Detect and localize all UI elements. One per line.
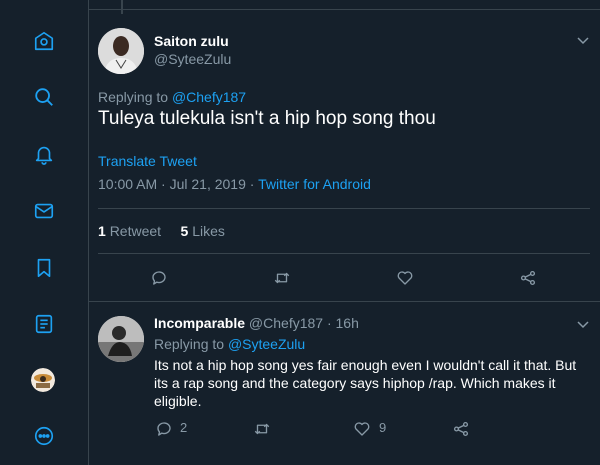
reply-icon[interactable] bbox=[154, 419, 174, 439]
lists-icon[interactable] bbox=[29, 309, 59, 339]
tweet-text: Its not a hip hop song yes fair enough e… bbox=[154, 357, 577, 409]
retweet-icon[interactable] bbox=[272, 268, 292, 288]
retweet-label: Retweet bbox=[109, 223, 162, 239]
author-handle[interactable]: @SyteeZulu bbox=[154, 51, 231, 67]
reply-header: Incomparable @Chefy187 · 16h bbox=[154, 315, 359, 331]
author-name[interactable]: Incomparable bbox=[154, 315, 245, 331]
translate-tweet-link[interactable]: Translate Tweet bbox=[98, 153, 197, 169]
notifications-icon[interactable] bbox=[29, 139, 59, 169]
chevron-down-icon[interactable] bbox=[576, 317, 590, 331]
likes-count: 5 bbox=[180, 223, 189, 239]
retweet-count: 1 bbox=[98, 223, 106, 239]
avatar[interactable] bbox=[98, 316, 144, 362]
more-icon[interactable] bbox=[29, 421, 59, 451]
tweet-thread: Saiton zulu @SyteeZulu Replying to @Chef… bbox=[89, 0, 600, 465]
tweet-text: Tuleya tulekula isn't a hip hop song tho… bbox=[98, 108, 436, 129]
reply-icon[interactable] bbox=[149, 268, 169, 288]
source-link[interactable]: Twitter for Android bbox=[258, 176, 371, 192]
search-icon[interactable] bbox=[29, 82, 59, 112]
replying-to-link[interactable]: @Chefy187 bbox=[172, 89, 246, 105]
replying-to: Replying to @Chefy187 bbox=[98, 89, 246, 105]
share-icon[interactable] bbox=[518, 268, 538, 288]
profile-avatar[interactable] bbox=[31, 368, 55, 392]
divider bbox=[98, 208, 590, 209]
author-name[interactable]: Saiton zulu bbox=[154, 33, 229, 49]
sidebar-nav bbox=[0, 0, 89, 465]
like-count: 9 bbox=[379, 420, 387, 435]
replying-to-label: Replying to bbox=[154, 336, 225, 352]
timestamp[interactable]: 10:00 AM · Jul 21, 2019 · bbox=[98, 176, 258, 192]
tweet-meta: 10:00 AM · Jul 21, 2019 · Twitter for An… bbox=[98, 176, 371, 192]
home-icon[interactable] bbox=[29, 26, 59, 56]
replying-to-label: Replying to bbox=[98, 89, 169, 105]
likes-label: Likes bbox=[192, 223, 225, 239]
like-icon[interactable] bbox=[352, 419, 372, 439]
reply-count: 2 bbox=[180, 420, 188, 435]
retweet-stat[interactable]: 1 Retweet bbox=[98, 223, 161, 239]
messages-icon[interactable] bbox=[29, 196, 59, 226]
likes-stat[interactable]: 5 Likes bbox=[181, 223, 225, 239]
replying-to-link[interactable]: @SyteeZulu bbox=[228, 336, 305, 352]
divider bbox=[89, 9, 600, 10]
bookmarks-icon[interactable] bbox=[29, 253, 59, 283]
avatar[interactable] bbox=[98, 28, 144, 74]
divider bbox=[98, 253, 590, 254]
author-handle[interactable]: @Chefy187 · 16h bbox=[249, 315, 359, 331]
thread-connector-line bbox=[121, 0, 123, 14]
tweet-stats: 1 Retweet 5 Likes bbox=[98, 223, 225, 239]
retweet-icon[interactable] bbox=[252, 419, 272, 439]
share-icon[interactable] bbox=[451, 419, 471, 439]
chevron-down-icon[interactable] bbox=[576, 33, 590, 47]
like-icon[interactable] bbox=[395, 268, 415, 288]
replying-to: Replying to @SyteeZulu bbox=[154, 336, 305, 352]
divider bbox=[89, 301, 600, 302]
